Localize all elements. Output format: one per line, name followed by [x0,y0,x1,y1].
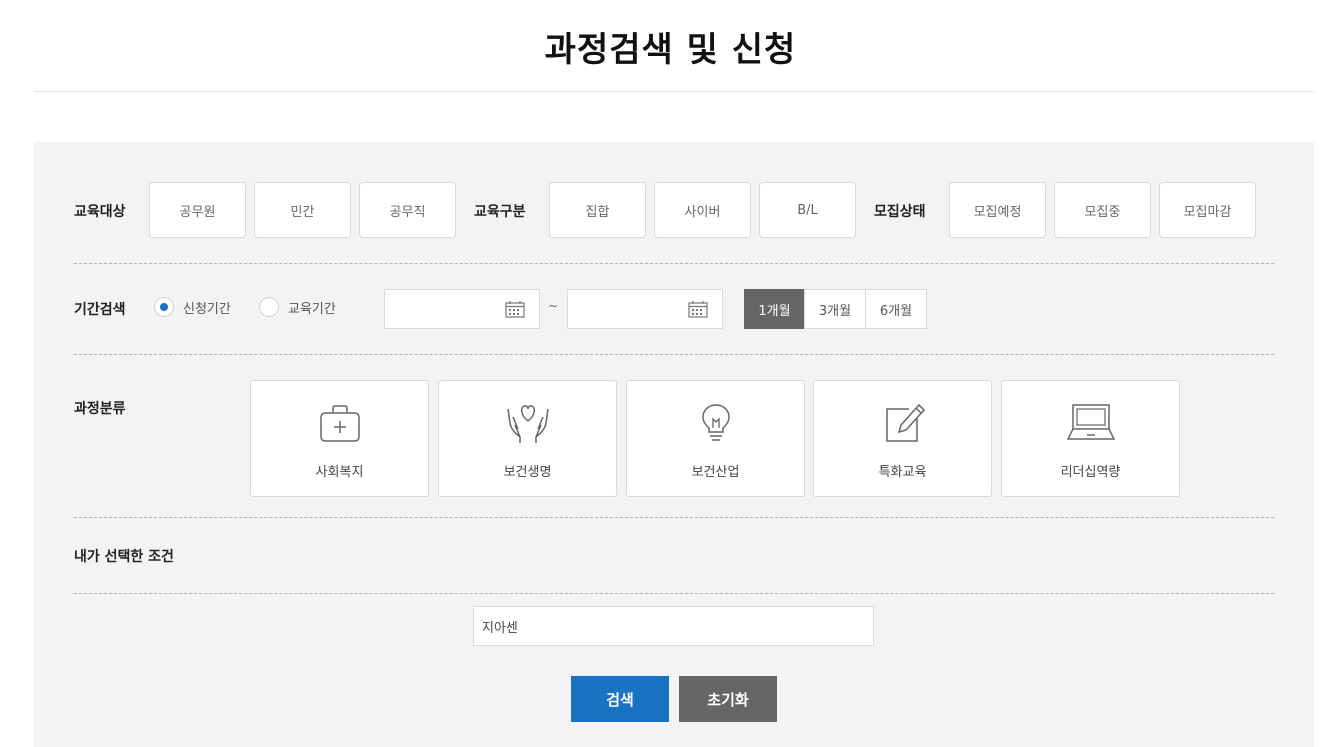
selected-conditions-label: 내가 선택한 조건 [74,549,174,565]
radio-apply-period-label: 신청기간 [183,301,231,317]
type-option-bl[interactable]: B/L [759,182,856,238]
radio-unchecked-icon [259,297,279,317]
status-option-closed[interactable]: 모집마감 [1159,182,1256,238]
category-social-welfare[interactable]: 사회복지 [250,380,429,497]
target-option-private[interactable]: 민간 [254,182,351,238]
medical-kit-icon [319,405,360,442]
target-label: 교육대상 [74,204,126,220]
category-label-text: 사회복지 [315,465,364,480]
pencil-edit-icon [885,403,925,442]
radio-apply-period[interactable]: 신청기간 [154,297,231,317]
category-health-industry[interactable]: 보건산업 [626,380,805,497]
lightbulb-icon [701,404,730,441]
type-option-cyber[interactable]: 사이버 [654,182,751,238]
search-button[interactable]: 검색 [571,676,669,722]
status-option-planned[interactable]: 모집예정 [949,182,1046,238]
calendar-icon[interactable] [505,300,525,318]
category-label: 과정분류 [74,401,126,417]
row-divider [74,517,1274,518]
calendar-icon[interactable] [688,300,708,318]
period-1month-button[interactable]: 1개월 [744,289,805,329]
category-label-text: 보건생명 [503,465,552,480]
start-date-input[interactable] [384,289,540,329]
row-divider [74,354,1274,355]
category-label-text: 보건산업 [691,465,740,480]
period-3month-button[interactable]: 3개월 [804,289,866,329]
row-divider [74,593,1274,594]
laptop-icon [1066,404,1115,440]
period-6month-button[interactable]: 6개월 [865,289,927,329]
radio-checked-icon [154,297,174,317]
status-option-open[interactable]: 모집중 [1054,182,1151,238]
category-label-text: 특화교육 [878,465,927,480]
category-health-life[interactable]: 보건생명 [438,380,617,497]
radio-edu-period-label: 교육기간 [288,301,336,317]
category-leadership[interactable]: 리더십역량 [1001,380,1180,497]
date-separator: ~ [548,299,559,313]
page-title: 과정검색 및 신청 [544,30,797,70]
period-label: 기간검색 [74,302,126,318]
hands-heart-icon [506,405,549,443]
search-panel: 교육대상 공무원 민간 공무직 교육구분 집합 사이버 B/L 모집상태 모집예… [34,142,1314,747]
type-option-group[interactable]: 집합 [549,182,646,238]
end-date-input[interactable] [567,289,723,329]
radio-edu-period[interactable]: 교육기간 [259,297,336,317]
status-label: 모집상태 [874,204,926,220]
reset-button[interactable]: 초기화 [679,676,777,722]
row-divider [74,263,1274,264]
category-special-education[interactable]: 특화교육 [813,380,992,497]
target-option-public-worker[interactable]: 공무직 [359,182,456,238]
search-input[interactable] [473,606,874,646]
type-label: 교육구분 [474,204,526,220]
category-label-text: 리더십역량 [1060,465,1121,480]
title-divider [34,91,1315,92]
target-option-public[interactable]: 공무원 [149,182,246,238]
